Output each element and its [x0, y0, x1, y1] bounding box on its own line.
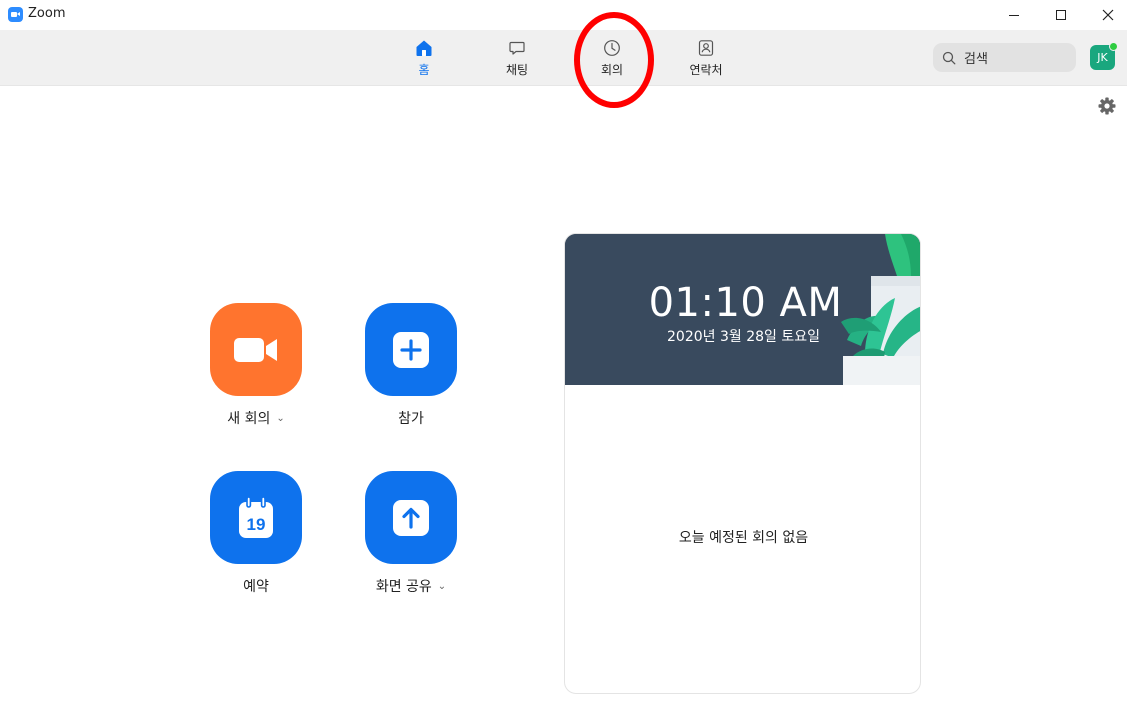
- calendar-icon: 19: [239, 495, 273, 538]
- tab-home-label: 홈: [418, 63, 430, 77]
- new-meeting-action: 새 회의 ⌄: [210, 303, 302, 428]
- share-screen-button[interactable]: [365, 471, 457, 564]
- maximize-button[interactable]: [1038, 0, 1084, 30]
- upload-arrow-icon: [393, 499, 429, 536]
- join-label-text: 참가: [398, 411, 424, 427]
- clock-time: 01:10 AM: [648, 280, 843, 326]
- share-screen-action: 화면 공유 ⌄: [365, 471, 457, 596]
- tab-meetings[interactable]: 회의: [577, 38, 647, 82]
- gear-icon: [1098, 97, 1116, 115]
- tab-meetings-label: 회의: [600, 63, 624, 77]
- home-icon: [414, 38, 434, 58]
- upcoming-meetings-card: 01:10 AM 2020년 3월 28일 토요일 오늘 예정된 회의 없음: [564, 233, 921, 694]
- chevron-down-icon[interactable]: ⌄: [276, 413, 284, 424]
- window-title: Zoom: [28, 6, 66, 21]
- zoom-logo-icon: [8, 7, 23, 22]
- plus-icon: [393, 331, 429, 368]
- schedule-label: 예약: [243, 576, 269, 596]
- share-screen-label-text: 화면 공유: [375, 579, 432, 595]
- schedule-action: 19 예약: [210, 471, 302, 596]
- tab-contacts-label: 연락처: [689, 63, 723, 77]
- tab-contacts[interactable]: 연락처: [671, 38, 741, 82]
- tab-chat-label: 채팅: [505, 63, 529, 77]
- chevron-down-icon[interactable]: ⌄: [438, 581, 446, 592]
- join-action: 참가: [365, 303, 457, 428]
- top-nav-bar: 홈 채팅 회의 연락처 검색 JK: [0, 30, 1127, 86]
- clock-banner: 01:10 AM 2020년 3월 28일 토요일: [565, 234, 920, 385]
- search-icon: [942, 51, 956, 64]
- clock-date: 2020년 3월 28일 토요일: [667, 329, 820, 345]
- tab-chat[interactable]: 채팅: [482, 38, 552, 82]
- minimize-button[interactable]: [991, 0, 1037, 30]
- online-status-dot: [1109, 42, 1118, 51]
- search-input[interactable]: 검색: [933, 43, 1076, 72]
- join-label: 참가: [398, 408, 424, 428]
- no-meetings-message: 오늘 예정된 회의 없음: [678, 530, 809, 546]
- join-button[interactable]: [365, 303, 457, 396]
- chat-icon: [507, 38, 527, 58]
- schedule-label-text: 예약: [243, 579, 269, 595]
- video-camera-icon: [234, 337, 277, 362]
- calendar-day-text: 19: [247, 515, 266, 534]
- clock-icon: [602, 38, 622, 58]
- title-bar: Zoom: [0, 0, 1127, 30]
- close-button[interactable]: [1085, 0, 1127, 30]
- share-screen-label[interactable]: 화면 공유 ⌄: [376, 576, 446, 596]
- new-meeting-label-text: 새 회의: [227, 411, 271, 427]
- close-icon: [1102, 9, 1114, 21]
- tab-home[interactable]: 홈: [389, 38, 459, 82]
- search-placeholder: 검색: [964, 52, 988, 67]
- new-meeting-button[interactable]: [210, 303, 302, 396]
- settings-button[interactable]: [1097, 96, 1117, 116]
- new-meeting-label[interactable]: 새 회의 ⌄: [227, 408, 284, 428]
- contacts-icon: [696, 38, 716, 58]
- schedule-button[interactable]: 19: [210, 471, 302, 564]
